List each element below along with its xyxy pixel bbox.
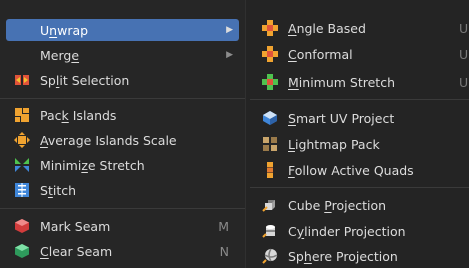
minimum-stretch-icon (262, 74, 278, 90)
menu-item-minimize-stretch[interactable]: Minimize Stretch (6, 154, 239, 176)
menu-item-label: Smart UV Project (288, 110, 395, 126)
menu-item-angle-based[interactable]: Angle Based U (254, 17, 469, 39)
menu-item-clear-seam[interactable]: Clear Seam N (6, 240, 239, 262)
menu-item-follow-active-quads[interactable]: Follow Active Quads (254, 159, 469, 181)
submenu-arrow-icon: ▶ (226, 25, 233, 35)
follow-quads-icon (262, 162, 278, 178)
menu-item-label: Cube Projection (288, 197, 387, 213)
menu-item-average-islands-scale[interactable]: Average Islands Scale (6, 129, 239, 151)
menu-item-sphere-projection[interactable]: Sphere Projection (254, 245, 469, 267)
menu-item-smart-uv-project[interactable]: Smart UV Project (254, 107, 469, 129)
menu-item-label: Sphere Projection (288, 248, 398, 264)
menu-item-cylinder-projection[interactable]: Cylinder Projection (254, 220, 469, 242)
menu-item-label: Conformal (288, 46, 353, 62)
menu-item-mark-seam[interactable]: Mark Seam M (6, 215, 239, 237)
uv-menu: Unwrap ▶ Merge ▶ Split Selection Pack Is… (0, 0, 246, 268)
mark-seam-icon (14, 218, 30, 234)
menu-item-conformal[interactable]: Conformal U (254, 43, 469, 65)
menu-item-label: Clear Seam (40, 243, 113, 259)
menu-item-label: Pack Islands (40, 107, 117, 123)
menu-item-label: Split Selection (40, 72, 130, 88)
menu-item-label: Unwrap (40, 22, 89, 38)
menu-separator (250, 99, 469, 100)
menu-item-label: Mark Seam (40, 218, 111, 234)
menu-item-merge[interactable]: Merge ▶ (6, 44, 239, 66)
menu-item-label: Angle Based (288, 20, 366, 36)
clear-seam-icon (14, 243, 30, 259)
menu-item-cube-projection[interactable]: Cube Projection (254, 194, 469, 216)
shortcut-label: U (459, 20, 469, 36)
stitch-icon (14, 182, 30, 198)
menu-item-lightmap-pack[interactable]: Lightmap Pack (254, 133, 469, 155)
submenu-arrow-icon: ▶ (226, 50, 233, 60)
menu-item-unwrap[interactable]: Unwrap ▶ (6, 19, 239, 41)
menu-item-pack-islands[interactable]: Pack Islands (6, 104, 239, 126)
cylinder-projection-icon (262, 223, 278, 239)
cube-projection-icon (262, 197, 278, 213)
menu-item-label: Merge (40, 47, 80, 63)
shortcut-label: M (218, 218, 229, 234)
shortcut-label: U (459, 74, 469, 90)
menu-item-stitch[interactable]: Stitch (6, 179, 239, 201)
lightmap-pack-icon (262, 136, 278, 152)
menu-item-label: Follow Active Quads (288, 162, 414, 178)
pack-islands-icon (14, 107, 30, 123)
shortcut-label: U (459, 46, 469, 62)
menu-item-label: Minimum Stretch (288, 74, 396, 90)
menu-item-split-selection[interactable]: Split Selection (6, 69, 239, 91)
menu-item-label: Cylinder Projection (288, 223, 406, 239)
menu-item-label: Lightmap Pack (288, 136, 380, 152)
average-scale-icon (14, 132, 30, 148)
sphere-projection-icon (262, 248, 278, 264)
unwrap-submenu: Angle Based U Conformal U Minimum Stretc… (246, 0, 469, 268)
conformal-icon (262, 46, 278, 62)
menu-separator (0, 208, 245, 209)
minimize-stretch-icon (14, 157, 30, 173)
angle-based-icon (262, 20, 278, 36)
menu-separator (0, 98, 245, 99)
menu-item-label: Stitch (40, 182, 77, 198)
smart-uv-icon (262, 110, 278, 126)
shortcut-label: N (219, 243, 229, 259)
menu-separator (250, 187, 469, 188)
menu-item-label: Average Islands Scale (40, 132, 177, 148)
menu-item-label: Minimize Stretch (40, 157, 145, 173)
split-icon (14, 72, 30, 88)
menu-item-minimum-stretch[interactable]: Minimum Stretch U (254, 71, 469, 93)
